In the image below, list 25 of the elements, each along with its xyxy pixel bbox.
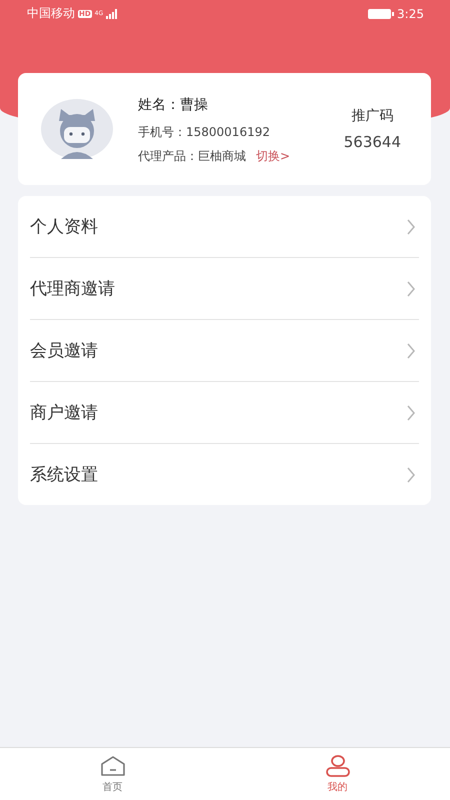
tab-item[interactable]: 我的 (225, 748, 450, 800)
menu-item[interactable]: 个人资料 (30, 196, 419, 257)
product-text: 代理产品：巨柚商城 (138, 148, 246, 164)
avatar-icon (41, 99, 113, 159)
user-icon (324, 754, 350, 776)
phone-text: 手机号：15800016192 (138, 124, 270, 138)
name-text: 姓名：曹操 (138, 96, 208, 112)
chevron-icon (406, 218, 416, 234)
menu-item[interactable]: 会员邀请 (30, 319, 419, 381)
menu-item[interactable]: 代理商邀请 (30, 257, 419, 319)
menu-item[interactable]: 系统设置 (30, 443, 419, 505)
home-icon (100, 754, 126, 776)
tab-item[interactable]: 首页 (0, 748, 225, 800)
promo-label: 推广码 (351, 107, 394, 125)
chevron-icon (406, 280, 416, 296)
battery-icon (368, 8, 394, 18)
signal-icon (106, 8, 118, 18)
menu-item[interactable]: 商户邀请 (30, 381, 419, 443)
clock-text: 3:25 (397, 6, 424, 20)
promo-code: 563644 (344, 133, 401, 151)
switch-link[interactable]: 切换> (256, 148, 290, 164)
carrier-text: 中国移动 (27, 5, 75, 22)
chevron-icon (406, 404, 416, 420)
chevron-icon (406, 466, 416, 482)
chevron-icon (406, 342, 416, 358)
